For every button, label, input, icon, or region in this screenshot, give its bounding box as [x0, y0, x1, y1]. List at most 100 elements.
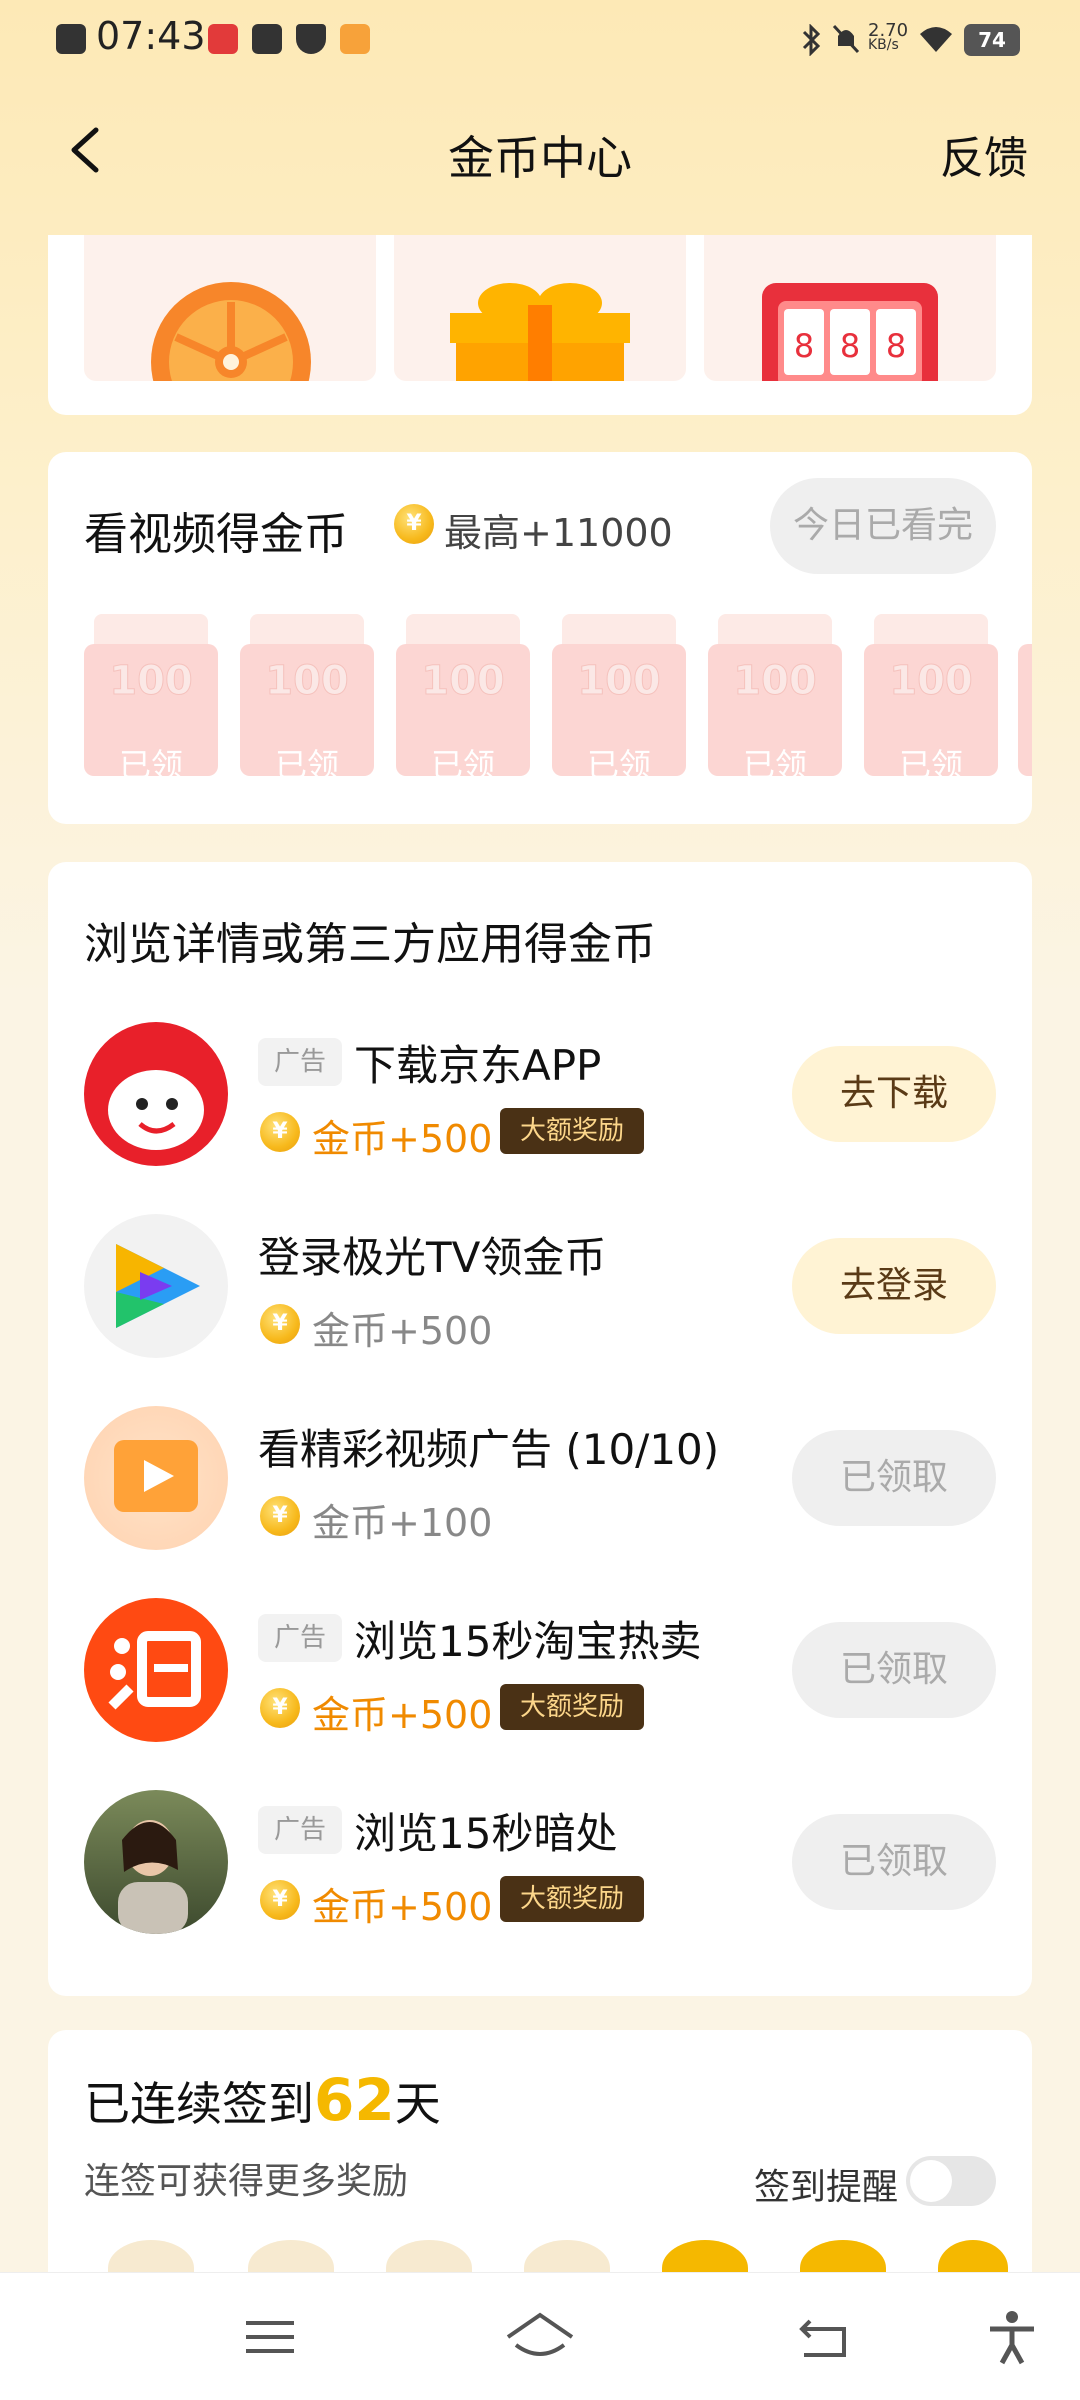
reward-envelope[interactable]: 100 已领 — [864, 614, 998, 784]
home-icon[interactable] — [504, 2307, 576, 2367]
coin-icon: ¥ — [260, 1880, 300, 1920]
envelope-status: 已领 — [586, 746, 651, 784]
envelope-body: 100 已领 — [396, 644, 530, 784]
back-nav-icon[interactable] — [794, 2307, 854, 2367]
task-row: 广告 下载京东APP ¥ 金币+500 大额奖励 去下载 — [48, 1022, 1032, 1172]
reward-envelope[interactable]: 100 已领 — [240, 614, 374, 784]
task-reward: 金币+500 — [312, 1117, 493, 1161]
video-section-title: 看视频得金币 — [84, 509, 348, 560]
coin-icon: ¥ — [260, 1688, 300, 1728]
taobao-icon — [84, 1598, 228, 1742]
coin-icon: ¥ — [260, 1496, 300, 1536]
big-reward-badge: 大额奖励 — [500, 1876, 644, 1922]
envelope-status: 已领 — [898, 746, 963, 784]
claimed-button[interactable]: 已领取 — [792, 1430, 996, 1526]
header: 金币中心 反馈 — [0, 100, 1080, 200]
task-row: 登录极光TV领金币 ¥ 金币+500 去登录 — [48, 1214, 1032, 1364]
envelope-status: 已领 — [430, 746, 495, 784]
envelope-body: 100 已领 — [864, 644, 998, 784]
task-title: 浏览15秒暗处 — [354, 1809, 618, 1858]
sign-days: 62 — [314, 2066, 395, 2134]
task-reward: 金币+500 — [312, 1693, 493, 1737]
big-reward-badge: 大额奖励 — [500, 1684, 644, 1730]
envelope-body: 100 已领 — [708, 644, 842, 784]
envelope-amount: 100 — [109, 658, 194, 705]
gift-box-icon — [450, 283, 630, 381]
system-nav-bar — [0, 2272, 1080, 2400]
sign-streak-title: 已连续签到62天 — [84, 2066, 441, 2134]
games-card: 8 8 8 — [48, 235, 1032, 415]
sign-remind-label: 签到提醒 — [753, 2167, 898, 2208]
envelope-overflow-edge — [1018, 644, 1032, 776]
page-title: 金币中心 — [448, 131, 632, 185]
wheel-game-tile[interactable] — [84, 235, 376, 381]
envelope-status: 已领 — [118, 746, 183, 784]
menu-icon[interactable] — [240, 2307, 300, 2367]
bluetooth-icon — [802, 24, 821, 56]
video-reward-card: 看视频得金币 ¥ 最高+11000 今日已看完 100 已领 100 已领 10… — [48, 452, 1032, 824]
ad-tag: 广告 — [258, 1038, 342, 1086]
coin-icon: ¥ — [260, 1304, 300, 1344]
watched-today-button[interactable]: 今日已看完 — [770, 478, 996, 574]
envelope-status: 已领 — [742, 746, 807, 784]
slot-digit-3: 8 — [886, 327, 906, 365]
task-title: 浏览15秒淘宝热卖 — [354, 1617, 702, 1666]
task-row: 看精彩视频广告 (10/10) ¥ 金币+100 已领取 — [48, 1406, 1032, 1556]
envelope-amount: 100 — [889, 658, 974, 705]
coin-icon: ¥ — [394, 504, 434, 544]
task-title: 下载京东APP — [354, 1041, 602, 1090]
reward-envelope[interactable]: 100 已领 — [84, 614, 218, 784]
jd-app-icon — [84, 1022, 228, 1166]
aurora-tv-icon — [84, 1214, 228, 1358]
reward-envelope[interactable]: 100 已领 — [552, 614, 686, 784]
task-title: 看精彩视频广告 (10/10) — [258, 1425, 720, 1474]
envelope-body: 100 已领 — [84, 644, 218, 784]
sign-remind-toggle[interactable] — [906, 2156, 996, 2206]
lucky-wheel-icon — [151, 282, 311, 381]
ad-tag: 广告 — [258, 1614, 342, 1662]
download-button[interactable]: 去下载 — [792, 1046, 996, 1142]
accessibility-icon[interactable] — [982, 2307, 1042, 2367]
reward-envelope[interactable]: 100 已领 — [708, 614, 842, 784]
shield-icon — [296, 24, 326, 54]
net-speed: 2.70 KB/s — [868, 20, 908, 53]
login-button[interactable]: 去登录 — [792, 1238, 996, 1334]
coin-icon: ¥ — [260, 1112, 300, 1152]
slot-digit-1: 8 — [794, 327, 814, 365]
task-title: 登录极光TV领金币 — [258, 1233, 607, 1282]
drama-poster-icon — [84, 1790, 228, 1934]
sign-prefix: 已连续签到 — [84, 2077, 314, 2131]
envelope-amount: 100 — [421, 658, 506, 705]
claimed-button[interactable]: 已领取 — [792, 1814, 996, 1910]
mail-icon — [252, 24, 282, 54]
slot-machine-tile[interactable]: 8 8 8 — [704, 235, 996, 381]
status-bar: 07:43 2.70 KB/s 74 — [0, 0, 1080, 84]
ad-tag: 广告 — [258, 1806, 342, 1854]
envelope-body: 100 已领 — [240, 644, 374, 784]
mute-bell-icon — [832, 24, 860, 54]
notification-close-icon — [56, 24, 86, 54]
battery-indicator: 74 — [964, 24, 1020, 56]
task-row: 广告 浏览15秒暗处 ¥ 金币+500 大额奖励 已领取 — [48, 1790, 1032, 1940]
browse-section-title: 浏览详情或第三方应用得金币 — [84, 919, 656, 970]
envelope-amount: 100 — [577, 658, 662, 705]
task-reward: 金币+500 — [312, 1885, 493, 1929]
gift-box-tile[interactable] — [394, 235, 686, 381]
sign-suffix: 天 — [394, 2077, 441, 2131]
task-reward: 金币+100 — [312, 1501, 493, 1545]
feedback-button[interactable]: 反馈 — [940, 122, 1028, 186]
envelope-status: 已领 — [274, 746, 339, 784]
reward-envelope[interactable]: 100 已领 — [396, 614, 530, 784]
big-reward-badge: 大额奖励 — [500, 1108, 644, 1154]
sign-subtitle: 连签可获得更多奖励 — [84, 2161, 409, 2202]
play-app-icon — [340, 24, 370, 54]
toggle-knob — [910, 2160, 952, 2202]
status-time: 07:43 — [96, 14, 206, 58]
browse-tasks-card: 浏览详情或第三方应用得金币 广告 下载京东APP ¥ 金币+500 大额奖励 去… — [48, 862, 1032, 1996]
claimed-button[interactable]: 已领取 — [792, 1622, 996, 1718]
video-ad-icon — [84, 1406, 228, 1550]
envelope-amount: 100 — [733, 658, 818, 705]
slot-digit-2: 8 — [840, 327, 860, 365]
video-max-reward: 最高+11000 — [444, 511, 673, 555]
task-row: 广告 浏览15秒淘宝热卖 ¥ 金币+500 大额奖励 已领取 — [48, 1598, 1032, 1748]
